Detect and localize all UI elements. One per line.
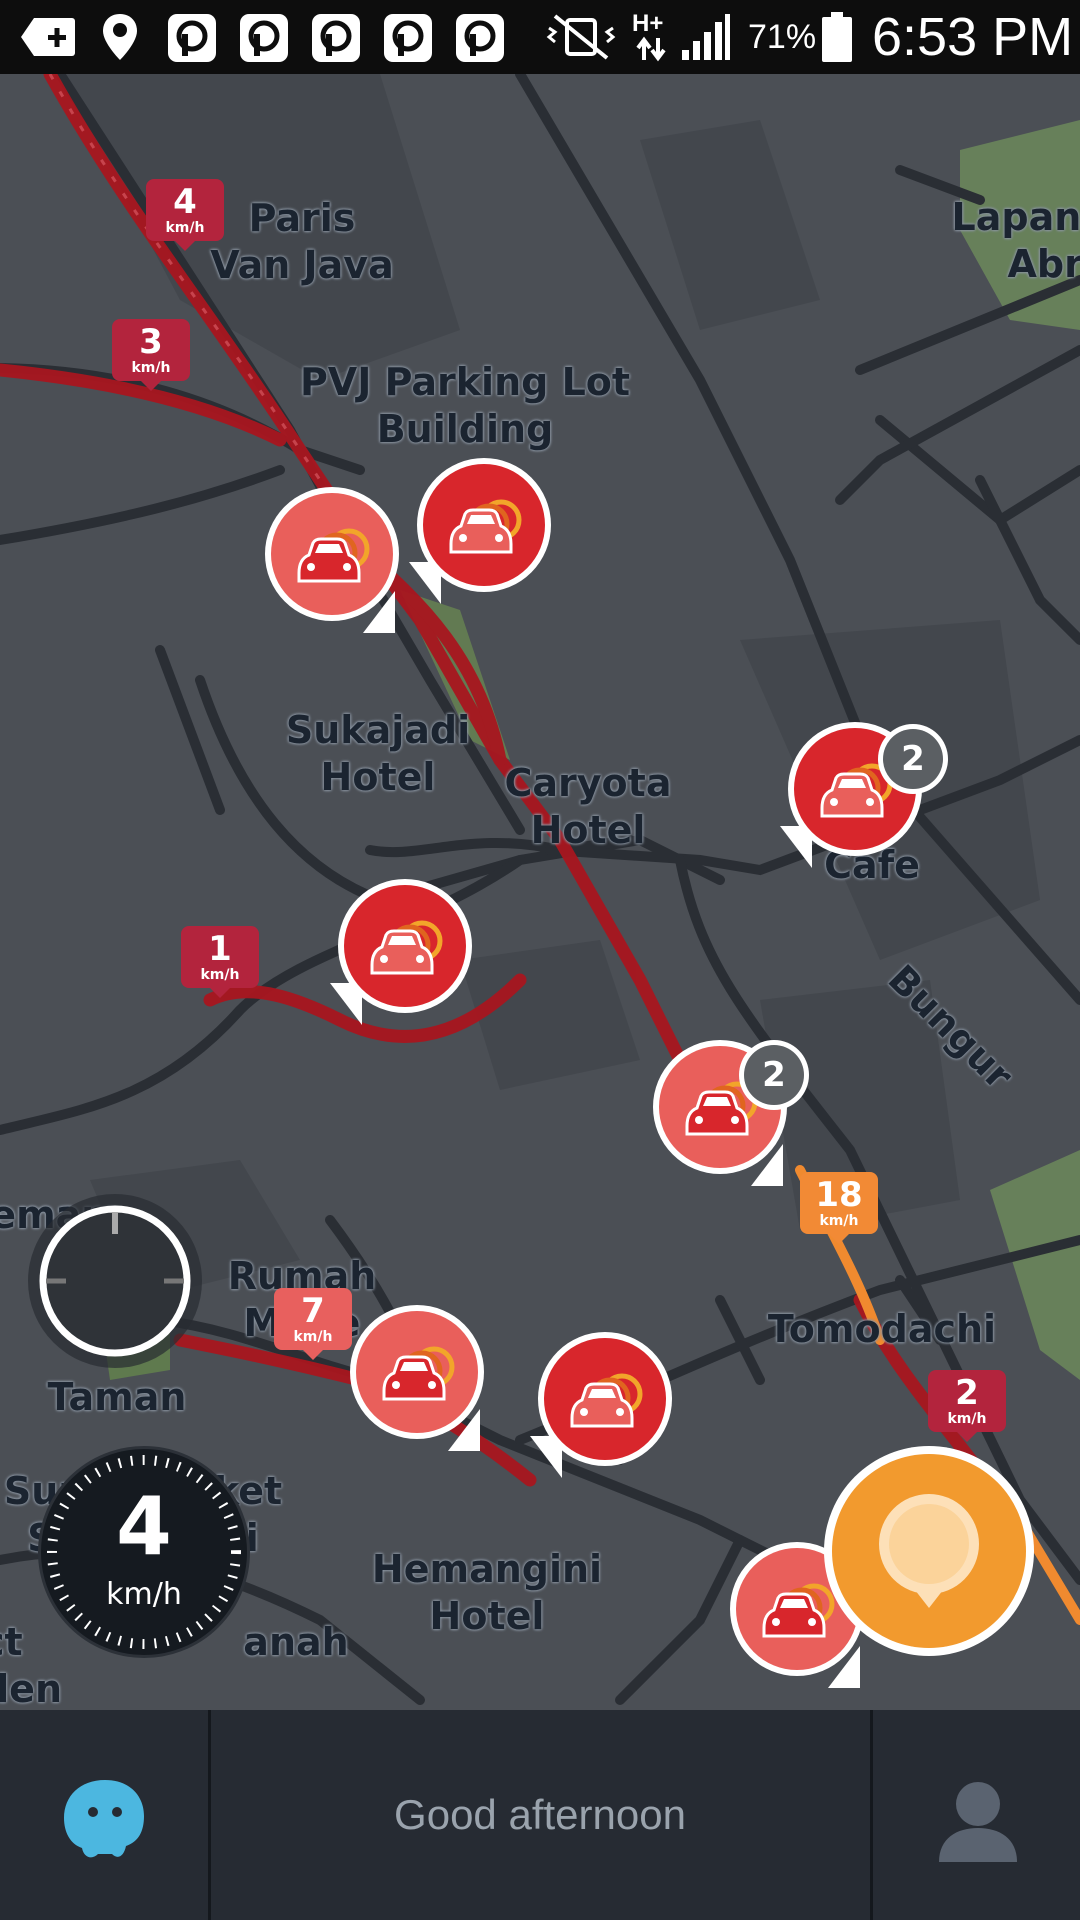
report-button[interactable]	[824, 1446, 1034, 1656]
battery-icon	[822, 12, 852, 62]
speed-value: 4	[116, 1480, 172, 1573]
traffic-jam-report[interactable]	[409, 458, 557, 608]
place-label-paris-van-java: Paris Van Java	[210, 196, 394, 287]
report-count-badge: 2	[878, 724, 948, 794]
traffic-cars-icon	[449, 499, 522, 554]
speed-tag[interactable]: 3 km/h	[112, 319, 190, 391]
traffic-cars-icon	[570, 1373, 643, 1428]
p-app-icon	[240, 14, 288, 62]
place-label-pvj-parking: PVJ Parking Lot Building	[299, 360, 631, 451]
add-icon	[21, 18, 75, 56]
speed-tag[interactable]: 4 km/h	[146, 179, 224, 251]
speed-tag[interactable]: 1 km/h	[181, 926, 259, 998]
clock: 6:53 PM	[872, 7, 1074, 67]
menu-button[interactable]	[0, 1710, 208, 1920]
place-label-anah: anah	[243, 1620, 349, 1664]
place-label-taman: Taman	[47, 1375, 187, 1419]
speed-tag[interactable]: 2 km/h	[928, 1370, 1006, 1442]
speed-unit: km/h	[106, 1577, 182, 1612]
battery-percent: 71%	[748, 18, 817, 56]
report-count-badge: 2	[739, 1040, 809, 1110]
compass-icon	[39, 1205, 191, 1357]
vibrate-mute-icon	[546, 14, 616, 60]
traffic-cars-icon	[370, 920, 443, 975]
traffic-cars-icon	[382, 1346, 455, 1401]
p-app-icon	[312, 14, 360, 62]
traffic-jam-report[interactable]	[530, 1332, 678, 1482]
p-app-icon	[456, 14, 504, 62]
report-pin-icon	[879, 1494, 979, 1608]
speedometer: 4 km/h	[38, 1446, 250, 1658]
profile-icon	[939, 1782, 1017, 1862]
place-label-lapangan: LapangAbra	[951, 195, 1080, 286]
traffic-cars-icon	[297, 528, 370, 583]
place-label-tomodachi: Tomodachi	[767, 1307, 997, 1351]
traffic-jam-report[interactable]	[330, 879, 478, 1029]
status-bar: H+ 71% 6:53 PM	[0, 0, 1080, 74]
place-label-caryota-hotel: Caryota Hotel	[504, 761, 672, 852]
traffic-jam-report[interactable]	[350, 1305, 490, 1455]
signal-icon	[682, 14, 730, 60]
wazer-icon	[64, 1780, 144, 1858]
speed-tag[interactable]: 7 km/h	[274, 1288, 352, 1360]
data-arrows-icon	[636, 36, 666, 62]
speed-tag[interactable]: 18 km/h	[800, 1172, 878, 1244]
p-app-icon	[384, 14, 432, 62]
bottom-bar: Good afternoon	[0, 1710, 1080, 1920]
compass-button[interactable]	[28, 1194, 202, 1368]
network-type: H+	[632, 10, 664, 37]
map-view[interactable]: Paris Van Java PVJ Parking Lot Building La…	[0, 74, 1080, 1710]
profile-button[interactable]	[873, 1710, 1080, 1920]
location-pin-icon	[103, 14, 137, 60]
p-app-icon	[168, 14, 216, 62]
place-label-sukajadi-hotel: Sukajadi Hotel	[285, 708, 471, 799]
traffic-jam-report[interactable]	[265, 487, 405, 637]
place-label-hemangini-hotel: Hemangini Hotel	[371, 1547, 603, 1638]
greeting-text[interactable]: Good afternoon	[210, 1710, 870, 1920]
